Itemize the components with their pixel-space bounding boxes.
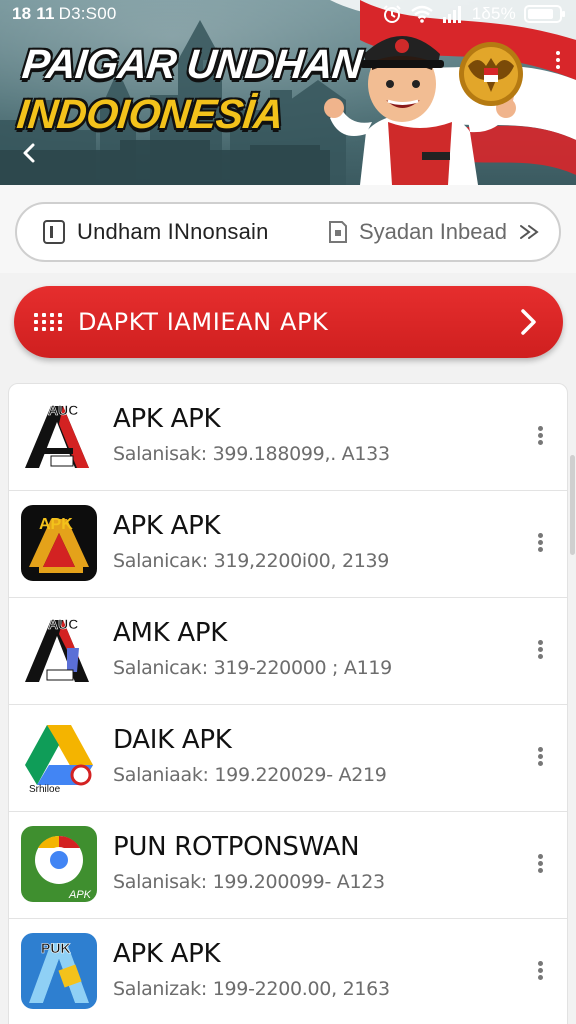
- app-meta: Salaniaak: 199.220029- A219: [113, 764, 387, 786]
- search-area: Undham INnonsain Syadan Inbead: [0, 185, 576, 273]
- chrome-icon-caption: APK: [68, 889, 92, 901]
- app-info: AMK APK Salaniсак: 319-220000 ; A119: [113, 618, 392, 679]
- app-info: APK APK Salanisak: 399.188099,. A133: [113, 404, 390, 465]
- app-name: AMK APK: [113, 618, 227, 648]
- app-meta: Salanisak: 399.188099,. A133: [113, 443, 390, 465]
- more-vert-icon[interactable]: [533, 531, 547, 557]
- signal-icon: [442, 6, 461, 23]
- search-right-label: Syadan Inbead: [358, 219, 507, 244]
- app-meta: Salaniсак: 319-220000 ; A119: [113, 657, 392, 679]
- banner-title: PAIGAR UNDHAN INDOIONESİA: [14, 41, 365, 138]
- app-list-item[interactable]: PUK APK APK Salanizak: 199-2200.00, 2163: [9, 919, 567, 1024]
- banner-title-line1: PAIGAR UNDHAN: [20, 41, 365, 87]
- hero-banner: 18 11 D3:S00 1δ5% PAIGAR UNDHAN INDOIONE…: [0, 0, 576, 185]
- file-icon: [328, 221, 347, 243]
- search-bar[interactable]: Undham INnonsain Syadan Inbead: [15, 202, 561, 262]
- status-time-suffix: D3:S00: [58, 4, 117, 23]
- document-icon: [43, 220, 65, 244]
- more-vert-icon[interactable]: [533, 852, 547, 878]
- status-bar: 18 11 D3:S00 1δ5%: [0, 0, 576, 28]
- status-icons: 1δ5%: [382, 4, 565, 24]
- search-right-tab[interactable]: Syadan Inbead: [327, 219, 541, 245]
- download-apk-label: DAPKT IAMIEAN APK: [78, 308, 329, 336]
- back-button[interactable]: [14, 138, 44, 168]
- app-name: APK APK: [113, 939, 221, 969]
- puk-icon-text: PUK: [41, 940, 71, 956]
- app-name: APK APK: [113, 511, 221, 541]
- more-vert-icon[interactable]: [533, 959, 547, 985]
- app-list: AUC APK APK Salanisak: 399.188099,. A133…: [8, 383, 568, 1024]
- app-list-item[interactable]: AUC AMK APK Salaniсак: 319-220000 ; A119: [9, 598, 567, 705]
- status-time: 18 11: [12, 4, 55, 23]
- garuda-emblem-icon: [459, 42, 523, 106]
- more-vert-icon[interactable]: [533, 638, 547, 664]
- battery-percent: 1δ5%: [471, 4, 516, 23]
- search-left-tab[interactable]: Undham INnonsain: [41, 219, 327, 245]
- auc-app-icon: AUC: [21, 398, 97, 474]
- drive-app-icon: Srhiloe: [21, 719, 97, 795]
- app-name: PUN ROTPONSWAN: [113, 832, 360, 862]
- app-list-item[interactable]: APK PUN ROTPONSWAN Salanisak: 199.200099…: [9, 812, 567, 919]
- app-list-item[interactable]: Srhiloe DAIK APK Salaniaak: 199.220029- …: [9, 705, 567, 812]
- app-meta: Salanizak: 199-2200.00, 2163: [113, 978, 390, 1000]
- status-clock: 18 11 D3:S00: [12, 4, 117, 24]
- puk-app-icon: PUK: [21, 933, 97, 1009]
- battery-icon: [524, 5, 565, 23]
- alarm-icon: [382, 5, 401, 23]
- app-info: DAIK APK Salaniaak: 199.220029- A219: [113, 725, 387, 786]
- app-list-item[interactable]: APK APK APK Salaniсак: 319,2200і00, 2139: [9, 491, 567, 598]
- app-meta: Salanisak: 199.200099- A123: [113, 871, 385, 893]
- download-apk-button[interactable]: DAPKT IAMIEAN APK: [14, 286, 563, 358]
- more-vert-icon[interactable]: [533, 424, 547, 450]
- chevron-right-icon: [521, 309, 536, 335]
- search-left-label: Undham INnonsain: [77, 219, 269, 244]
- wifi-icon: [410, 5, 433, 23]
- arrow-right-icon: [520, 225, 539, 239]
- app-name: APK APK: [113, 404, 221, 434]
- app-meta: Salaniсак: 319,2200і00, 2139: [113, 550, 390, 572]
- chrome-app-icon: APK: [21, 826, 97, 902]
- banner-title-line2: INDOIONESİA: [14, 91, 286, 138]
- back-icon: [23, 143, 35, 163]
- app-info: APK APK Salaniсак: 319,2200і00, 2139: [113, 511, 389, 572]
- apk-icon-text: APK: [39, 516, 73, 533]
- battery-level: [528, 9, 553, 19]
- apk-app-icon: APK: [21, 505, 97, 581]
- more-vert-icon[interactable]: [550, 48, 566, 72]
- auc-app-icon: AUC: [21, 612, 97, 688]
- grid-icon: [34, 313, 64, 331]
- app-info: PUN ROTPONSWAN Salanisak: 199.200099- A1…: [113, 832, 385, 893]
- app-name: DAIK APK: [113, 725, 232, 755]
- scrollbar[interactable]: [570, 455, 575, 555]
- more-vert-icon[interactable]: [533, 745, 547, 771]
- action-area: DAPKT IAMIEAN APK: [0, 273, 576, 377]
- app-list-item[interactable]: AUC APK APK Salanisak: 399.188099,. A133: [9, 384, 567, 491]
- app-info: APK APK Salanizak: 199-2200.00, 2163: [113, 939, 390, 1000]
- auc-icon-text: AUC: [48, 616, 78, 632]
- auc-icon-text: AUC: [48, 402, 78, 418]
- drive-icon-caption: Srhiloe: [29, 784, 61, 795]
